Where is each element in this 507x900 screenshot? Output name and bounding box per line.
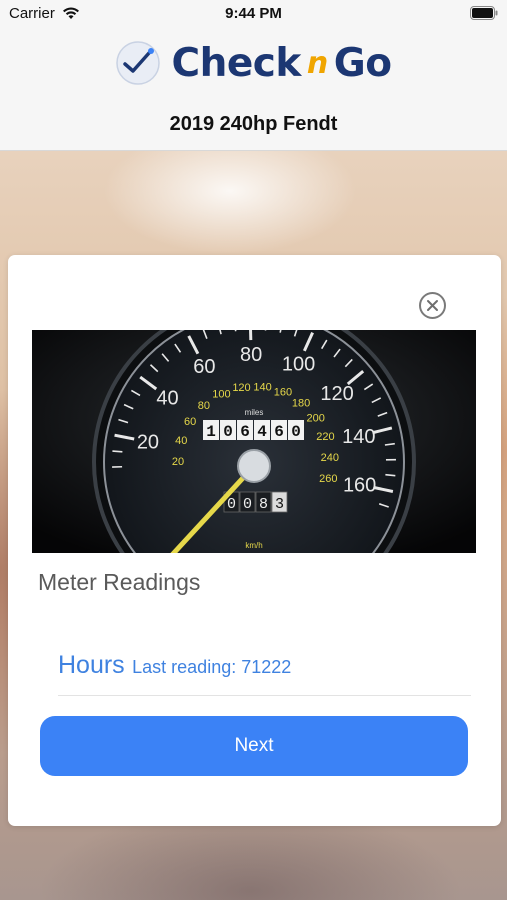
gauge-inner-label: 20 bbox=[172, 456, 184, 468]
gauge-tick bbox=[112, 450, 123, 453]
app-logo: Check n Go bbox=[0, 38, 507, 88]
trip-digit: 8 bbox=[259, 496, 268, 513]
odometer-unit-label: miles bbox=[245, 408, 264, 417]
gauge-outer-label: 140 bbox=[342, 426, 375, 448]
odometer-digit: 0 bbox=[291, 423, 301, 441]
close-button[interactable] bbox=[419, 292, 446, 319]
trip-digit: 3 bbox=[275, 496, 284, 513]
gauge-inner-label: 100 bbox=[212, 388, 230, 400]
trip-digit: 0 bbox=[243, 496, 252, 513]
logo-text-go: Go bbox=[333, 40, 392, 86]
gauge-outer-label: 20 bbox=[137, 432, 159, 454]
section-title: Meter Readings bbox=[38, 569, 201, 595]
trip-digit: 0 bbox=[227, 496, 236, 513]
odometer-digit: 1 bbox=[206, 423, 216, 441]
gauge-outer-label: 160 bbox=[343, 474, 376, 496]
vehicle-title: 2019 240hp Fendt bbox=[169, 113, 338, 135]
next-button[interactable]: Next bbox=[40, 716, 468, 776]
odometer-digit: 6 bbox=[240, 423, 250, 441]
battery-icon bbox=[470, 6, 498, 20]
hours-input-row[interactable]: Hours Last reading: 71222 bbox=[58, 651, 471, 696]
close-icon bbox=[427, 300, 438, 311]
speedometer-image: 20 40 60 80 100 120 140 160 20 40 60 80 100 120 140 16… bbox=[32, 330, 476, 553]
gauge-outer-label: 40 bbox=[156, 387, 178, 409]
logo-text-check: Check bbox=[171, 40, 301, 86]
gauge-outer-label: 120 bbox=[320, 383, 353, 405]
gauge-inner-label: 260 bbox=[319, 473, 337, 485]
meter-readings-card: 20 40 60 80 100 120 140 160 20 40 60 80 100 120 140 16… bbox=[8, 255, 501, 826]
gauge-inner-label: 140 bbox=[253, 381, 271, 393]
last-reading-label: Last reading: 71222 bbox=[132, 657, 292, 677]
gauge-inner-label: 160 bbox=[274, 387, 292, 399]
speed-unit-label: km/h bbox=[245, 541, 262, 550]
needle-hub bbox=[237, 449, 271, 483]
odometer-digit: 4 bbox=[257, 423, 267, 441]
logo-text-n: n bbox=[306, 45, 328, 81]
gauge-inner-label: 40 bbox=[175, 435, 187, 447]
gauge-inner-label: 60 bbox=[184, 416, 196, 428]
odometer-digit: 6 bbox=[274, 423, 284, 441]
speedometer-gauge: 20406080 100120140160 20406080100120 140 16… bbox=[32, 330, 476, 553]
odometer-digit: 0 bbox=[223, 423, 233, 441]
gauge-tick bbox=[385, 473, 396, 477]
gauge-outer-label: 100 bbox=[282, 354, 315, 376]
gauge-inner-label: 120 bbox=[232, 382, 250, 394]
gauge-inner-label: 220 bbox=[316, 431, 334, 443]
gauge-inner-label: 180 bbox=[292, 397, 310, 409]
gauge-outer-label: 80 bbox=[240, 344, 262, 366]
gauge-inner-label: 200 bbox=[306, 413, 324, 425]
app-header: Carrier 9:44 PM Check n Go 2019 240hp Fe… bbox=[0, 0, 507, 151]
checkmark-logo-icon bbox=[116, 41, 161, 85]
gauge-outer-label: 60 bbox=[193, 356, 215, 378]
gauge-tick bbox=[249, 330, 253, 341]
gauge-inner-label: 80 bbox=[198, 400, 210, 412]
clock: 9:44 PM bbox=[225, 5, 282, 22]
gauge-inner-label: 240 bbox=[321, 452, 339, 464]
hours-label: Hours bbox=[58, 651, 125, 679]
status-bar: Carrier 9:44 PM bbox=[0, 0, 507, 28]
